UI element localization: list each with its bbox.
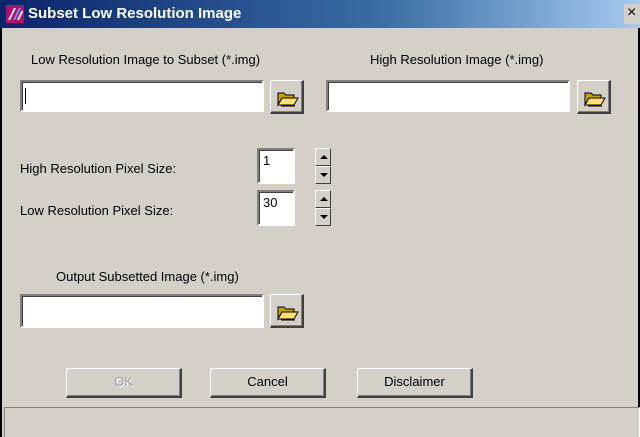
- high-res-image-label: High Resolution Image (*.img): [370, 52, 544, 67]
- disclaimer-button[interactable]: Disclaimer: [357, 368, 473, 398]
- high-res-pixel-size-spinner[interactable]: [315, 148, 331, 184]
- ok-button[interactable]: OK: [66, 368, 182, 398]
- folder-open-icon: [277, 306, 299, 321]
- arrow-down-icon: [320, 173, 328, 177]
- dialog-window: Subset Low Resolution Image × Low Resolu…: [0, 0, 640, 437]
- disclaimer-button-label: Disclaimer: [384, 374, 445, 389]
- folder-open-icon: [584, 92, 606, 107]
- arrow-up-icon: [320, 197, 328, 201]
- high-res-pixel-size-input[interactable]: 1: [257, 148, 295, 184]
- low-res-pixel-size-input[interactable]: 30: [257, 190, 295, 226]
- window-border-left: [0, 28, 2, 437]
- app-icon: [6, 5, 24, 23]
- low-res-image-label: Low Resolution Image to Subset (*.img): [31, 52, 261, 67]
- status-bar: [4, 407, 640, 437]
- high-res-pixel-size-value: 1: [263, 153, 271, 168]
- cancel-button[interactable]: Cancel: [210, 368, 326, 398]
- arrow-up-icon: [320, 155, 328, 159]
- close-button[interactable]: ×: [624, 4, 640, 24]
- low-res-image-input[interactable]: [20, 80, 264, 112]
- cancel-button-label: Cancel: [247, 374, 288, 389]
- browse-output-button[interactable]: [270, 294, 304, 328]
- folder-open-icon: [277, 92, 299, 107]
- low-res-pixel-size-value: 30: [263, 195, 278, 210]
- low-res-pixel-size-spinner[interactable]: [315, 190, 331, 226]
- high-res-pixel-size-label: High Resolution Pixel Size:: [20, 161, 177, 176]
- output-image-label: Output Subsetted Image (*.img): [56, 269, 239, 284]
- output-image-input[interactable]: [20, 294, 264, 328]
- spin-up-button[interactable]: [315, 190, 331, 208]
- browse-high-res-button[interactable]: [577, 80, 611, 114]
- window-title: Subset Low Resolution Image: [28, 5, 242, 22]
- spin-up-button[interactable]: [315, 148, 331, 166]
- text-caret: [25, 88, 26, 104]
- low-res-pixel-size-label: Low Resolution Pixel Size:: [20, 203, 174, 218]
- title-bar[interactable]: Subset Low Resolution Image ×: [0, 0, 640, 28]
- ok-button-label: OK: [114, 374, 133, 389]
- spin-down-button[interactable]: [315, 166, 331, 184]
- browse-low-res-button[interactable]: [270, 80, 304, 114]
- arrow-down-icon: [320, 215, 328, 219]
- high-res-image-input[interactable]: [326, 80, 570, 112]
- spin-down-button[interactable]: [315, 208, 331, 226]
